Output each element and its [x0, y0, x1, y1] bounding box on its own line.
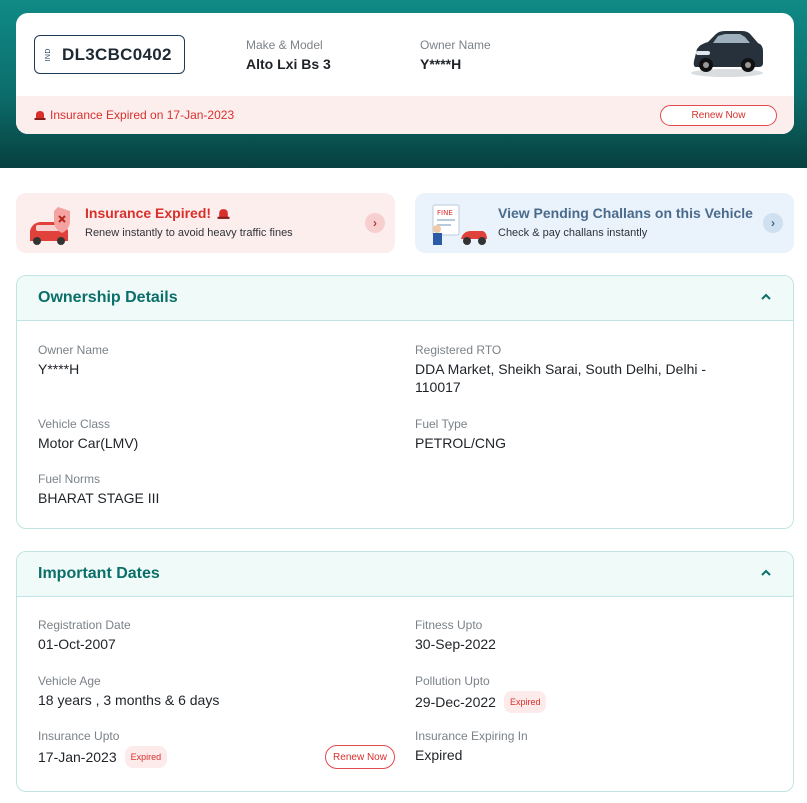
siren-icon [217, 208, 230, 219]
expired-badge: Expired [503, 691, 547, 713]
field-value: 01-Oct-2007 [38, 636, 116, 652]
insurance-expired-card[interactable]: Insurance Expired! Renew instantly to av… [16, 193, 395, 253]
field-value: DDA Market, Sheikh Sarai, South Delhi, D… [415, 361, 707, 395]
car-icon [691, 31, 763, 77]
field-label: Vehicle Age [38, 674, 101, 688]
field-label: Registered RTO [415, 343, 502, 357]
owner-name: Owner Name Y****H [420, 38, 491, 72]
field-label: Insurance Upto [38, 729, 120, 743]
renew-now-button[interactable]: Renew Now [325, 745, 395, 769]
fine-illustration-icon: FINE [432, 204, 487, 245]
field-fitness-upto: Fitness Upto 30-Sep-2022 [415, 618, 755, 653]
field-label: Registration Date [38, 618, 131, 632]
field-value: 30-Sep-2022 [415, 636, 496, 652]
field-value: Expired [415, 747, 463, 763]
field-label: Fuel Norms [38, 472, 101, 486]
field-label: Vehicle Class [38, 417, 111, 431]
field-insurance-expiring-in: Insurance Expiring In Expired [415, 729, 755, 764]
field-registered-rto: Registered RTO DDA Market, Sheikh Sarai,… [415, 343, 755, 396]
chevron-right-icon[interactable]: › [763, 213, 783, 233]
field-value: 18 years , 3 months & 6 days [38, 692, 220, 708]
section-title: Ownership Details [38, 289, 178, 306]
make-model-value: Alto Lxi Bs 3 [246, 56, 331, 72]
promo-insurance-title: Insurance Expired! [85, 205, 230, 221]
shield-x-icon [30, 207, 70, 245]
field-value: Y****H [38, 361, 80, 377]
svg-text:FINE: FINE [437, 209, 453, 217]
field-value: 17-Jan-2023 [38, 749, 117, 765]
promo-challans-title: View Pending Challans on this Vehicle [498, 205, 753, 221]
pending-challans-card[interactable]: FINE View Pending Challans on this Vehic… [415, 193, 794, 253]
field-label: Owner Name [38, 343, 109, 357]
ownership-details-section: Ownership Details Owner Name Y****H Regi… [16, 275, 794, 529]
plate-number: DL3CBC0402 [62, 44, 172, 64]
owner-name-value: Y****H [420, 56, 462, 72]
make-model: Make & Model Alto Lxi Bs 3 [246, 38, 331, 72]
renew-now-button[interactable]: Renew Now [660, 105, 777, 126]
chevron-right-icon[interactable]: › [365, 213, 385, 233]
field-value: BHARAT STAGE III [38, 490, 160, 506]
field-value: PETROL/CNG [415, 435, 507, 451]
field-fuel-norms: Fuel Norms BHARAT STAGE III [38, 472, 378, 507]
chevron-up-icon[interactable] [759, 566, 773, 580]
field-vehicle-class: Vehicle Class Motor Car(LMV) [38, 417, 378, 452]
field-vehicle-age: Vehicle Age 18 years , 3 months & 6 days [38, 674, 378, 709]
expired-badge: Expired [124, 746, 168, 768]
important-dates-section: Important Dates Registration Date 01-Oct… [16, 551, 794, 792]
vehicle-card: IND DL3CBC0402 Make & Model Alto Lxi Bs … [16, 13, 794, 134]
make-model-label: Make & Model [246, 38, 323, 52]
field-registration-date: Registration Date 01-Oct-2007 [38, 618, 378, 653]
field-fuel-type: Fuel Type PETROL/CNG [415, 417, 755, 452]
field-value: 29-Dec-2022 [415, 694, 496, 710]
plate-country: IND [45, 47, 52, 62]
insurance-expired-text: Insurance Expired on 17-Jan-2023 [50, 108, 235, 122]
owner-name-label: Owner Name [420, 38, 491, 52]
siren-icon [34, 111, 46, 120]
field-label: Fuel Type [415, 417, 468, 431]
field-value-row: 29-Dec-2022 Expired [415, 691, 755, 713]
promo-insurance-subtitle: Renew instantly to avoid heavy traffic f… [85, 227, 293, 239]
number-plate: IND DL3CBC0402 [34, 35, 185, 74]
field-label: Fitness Upto [415, 618, 483, 632]
insurance-alert-strip: Insurance Expired on 17-Jan-2023 Renew N… [16, 96, 794, 134]
promo-insurance-title-text: Insurance Expired! [85, 205, 212, 221]
ownership-details-header[interactable]: Ownership Details [17, 276, 793, 321]
field-value: Motor Car(LMV) [38, 435, 139, 451]
field-label: Insurance Expiring In [415, 729, 528, 743]
field-pollution-upto: Pollution Upto 29-Dec-2022 Expired [415, 674, 755, 713]
section-title: Important Dates [38, 565, 160, 582]
hero-banner: IND DL3CBC0402 Make & Model Alto Lxi Bs … [0, 0, 807, 168]
field-label: Pollution Upto [415, 674, 490, 688]
chevron-up-icon[interactable] [759, 290, 773, 304]
promo-challans-subtitle: Check & pay challans instantly [498, 227, 648, 239]
field-owner-name: Owner Name Y****H [38, 343, 378, 378]
important-dates-header[interactable]: Important Dates [17, 552, 793, 597]
